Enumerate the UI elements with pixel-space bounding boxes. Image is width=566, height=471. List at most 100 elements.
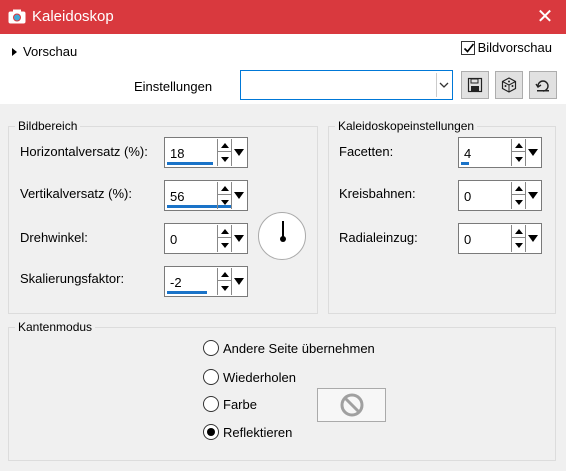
randomize-button[interactable] (495, 71, 523, 99)
radio-label: Farbe (223, 396, 257, 412)
decrement-button[interactable] (512, 239, 525, 252)
save-icon (467, 77, 483, 93)
skalierungsfaktor-input[interactable]: -2 (164, 266, 248, 297)
horizontalversatz-level (167, 162, 213, 165)
save-settings-button[interactable] (461, 71, 489, 99)
kaleidoskop-title: Kaleidoskopeinstellungen (335, 119, 478, 133)
reset-icon (535, 80, 549, 92)
arrow-down-icon (514, 157, 523, 162)
dial-center (280, 236, 286, 242)
arrow-down-icon (220, 286, 229, 291)
increment-button[interactable] (512, 225, 525, 238)
arrow-up-icon (220, 271, 229, 277)
increment-button[interactable] (512, 139, 525, 152)
radio-button[interactable] (203, 396, 219, 412)
prohibited-icon (340, 393, 363, 417)
radialeinzug-value: 0 (464, 232, 472, 247)
increment-button[interactable] (218, 225, 231, 238)
facetten-label: Facetten: (339, 144, 394, 159)
skalierungsfaktor-value: -2 (170, 275, 182, 290)
radio-dot (207, 428, 215, 436)
chevron-down-icon (436, 73, 450, 97)
increment-button[interactable] (512, 182, 525, 195)
drehwinkel-label: Drehwinkel: (20, 230, 88, 245)
decrement-button[interactable] (512, 153, 525, 166)
kreisbahnen-input[interactable]: 0 (458, 180, 542, 211)
camera-icon (8, 9, 26, 24)
settings-label: Einstellungen (134, 79, 213, 94)
dropdown-arrow-icon (528, 149, 538, 156)
facetten-value: 4 (464, 146, 472, 161)
bildvorschau-checkbox[interactable] (460, 40, 475, 55)
decrement-button[interactable] (218, 239, 231, 252)
decrement-button[interactable] (218, 153, 231, 166)
slider-popup-button[interactable] (525, 182, 540, 209)
rotation-angle-dial[interactable] (258, 212, 306, 260)
expand-arrow-icon (12, 47, 17, 56)
dice-icon (501, 77, 517, 93)
checkmark-icon (463, 43, 474, 53)
vertikalversatz-label: Vertikalversatz (%): (20, 186, 132, 201)
decrement-button[interactable] (512, 196, 525, 209)
bildvorschau-option[interactable]: Bildvorschau (460, 40, 552, 55)
radio-button[interactable] (203, 369, 219, 385)
radio-button-selected[interactable] (203, 424, 219, 440)
skalierungsfaktor-label: Skalierungsfaktor: (20, 271, 125, 286)
top-toolbar: Vorschau Bildvorschau Einstellungen (0, 34, 566, 104)
kreisbahnen-label: Kreisbahnen: (339, 186, 416, 201)
facetten-input[interactable]: 4 (458, 137, 542, 168)
arrow-up-icon (220, 185, 229, 191)
title-bar: Kaleidoskop ✕ (0, 0, 566, 34)
bildbereich-title: Bildbereich (15, 119, 81, 133)
window-title: Kaleidoskop (32, 8, 114, 25)
preview-label: Vorschau (23, 44, 78, 59)
decrement-button[interactable] (218, 282, 231, 295)
radialeinzug-input[interactable]: 0 (458, 223, 542, 254)
horizontalversatz-input[interactable]: 18 (164, 137, 248, 168)
settings-select[interactable] (240, 70, 453, 100)
color-picker-button[interactable] (317, 388, 386, 422)
slider-popup-button[interactable] (231, 225, 246, 252)
horizontalversatz-label: Horizontalversatz (%): (20, 144, 148, 159)
radio-label: Andere Seite übernehmen (223, 340, 375, 356)
close-button[interactable]: ✕ (532, 4, 558, 30)
arrow-up-icon (220, 228, 229, 234)
radio-farbe[interactable]: Farbe (203, 396, 257, 412)
radio-andere-seite[interactable]: Andere Seite übernehmen (203, 340, 375, 356)
radio-label: Wiederholen (223, 369, 296, 385)
dropdown-arrow-icon (528, 192, 538, 199)
radialeinzug-label: Radialeinzug: (339, 230, 418, 245)
slider-popup-button[interactable] (525, 139, 540, 166)
kantenmodus-title: Kantenmodus (15, 320, 96, 334)
slider-popup-button[interactable] (231, 268, 246, 295)
arrow-up-icon (220, 142, 229, 148)
vertikalversatz-value: 56 (170, 189, 185, 204)
vertikalversatz-input[interactable]: 56 (164, 180, 248, 211)
decrement-button[interactable] (218, 196, 231, 209)
arrow-down-icon (220, 157, 229, 162)
arrow-up-icon (514, 228, 523, 234)
radio-reflektieren[interactable]: Reflektieren (203, 424, 292, 440)
arrow-down-icon (220, 200, 229, 205)
dropdown-arrow-icon (528, 235, 538, 242)
reset-button[interactable] (529, 71, 557, 99)
slider-popup-button[interactable] (525, 225, 540, 252)
horizontalversatz-value: 18 (170, 146, 185, 161)
increment-button[interactable] (218, 182, 231, 195)
increment-button[interactable] (218, 268, 231, 281)
preview-toggle[interactable]: Vorschau (12, 44, 77, 59)
slider-popup-button[interactable] (231, 139, 246, 166)
slider-popup-button[interactable] (231, 182, 246, 209)
drehwinkel-value: 0 (170, 232, 178, 247)
kreisbahnen-value: 0 (464, 189, 472, 204)
dropdown-arrow-icon (234, 149, 244, 156)
radio-wiederholen[interactable]: Wiederholen (203, 369, 296, 385)
radio-label: Reflektieren (223, 424, 293, 440)
drehwinkel-input[interactable]: 0 (164, 223, 248, 254)
skalierungsfaktor-level (167, 291, 207, 294)
dropdown-arrow-icon (234, 278, 244, 285)
radio-button[interactable] (203, 340, 219, 356)
increment-button[interactable] (218, 139, 231, 152)
dropdown-arrow-icon (234, 235, 244, 242)
arrow-up-icon (514, 185, 523, 191)
